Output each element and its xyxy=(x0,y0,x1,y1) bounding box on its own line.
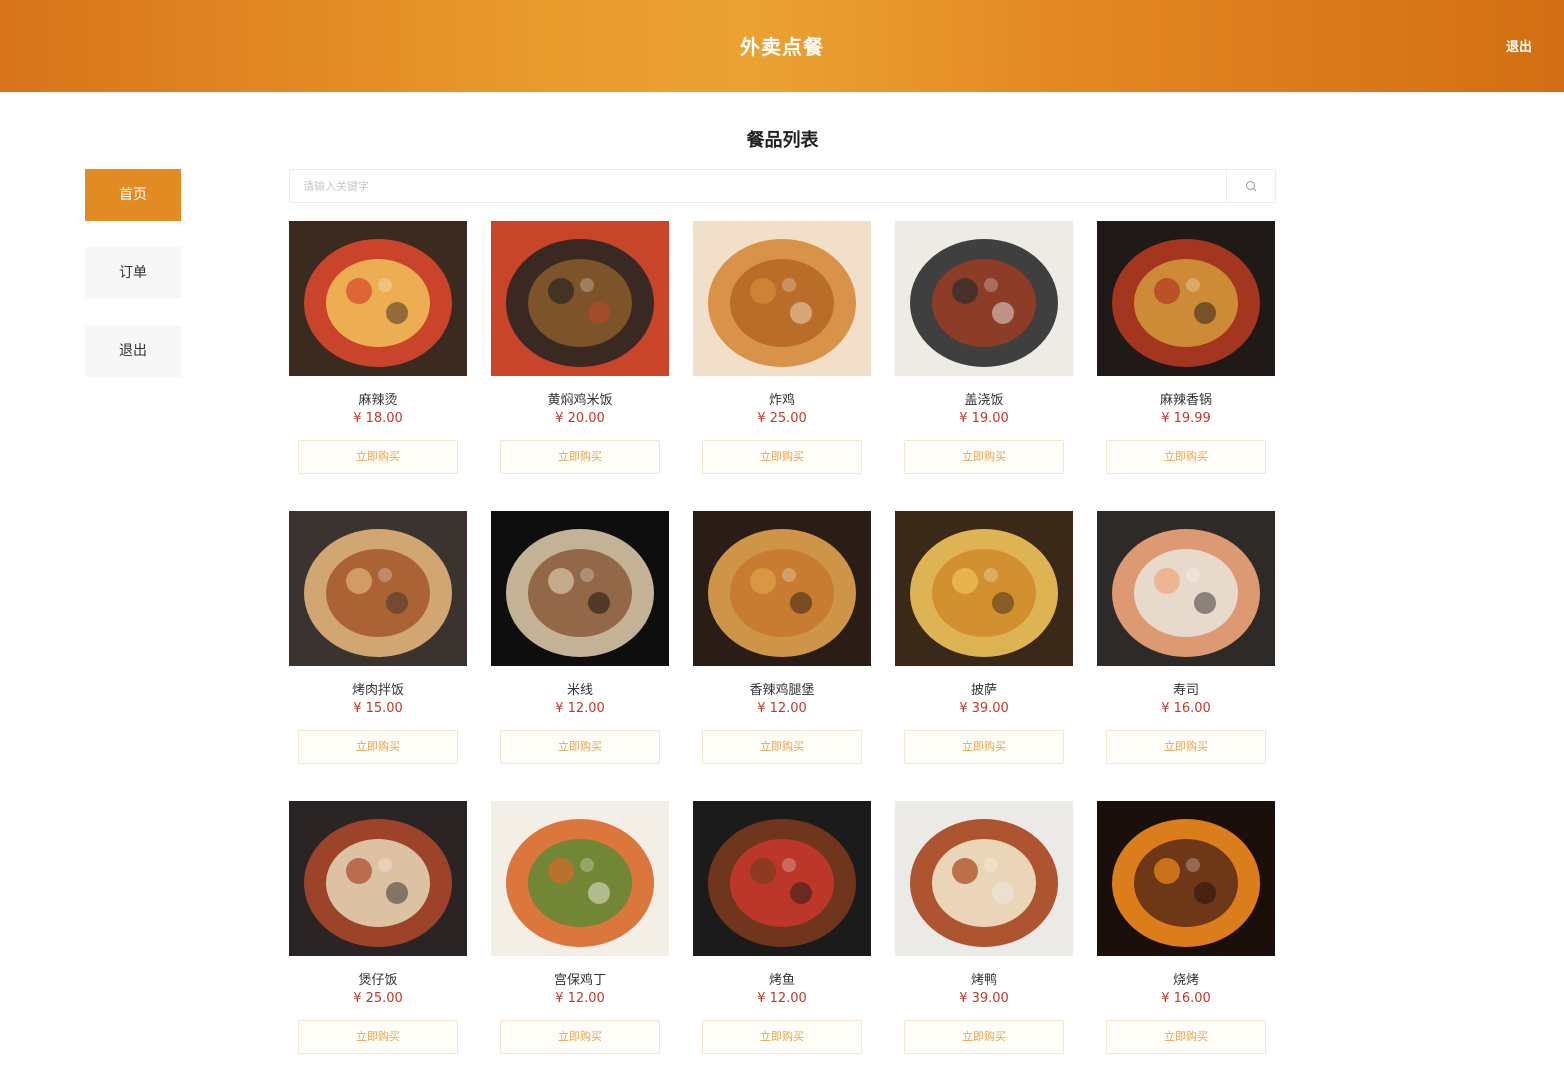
food-name: 披萨 xyxy=(970,683,997,698)
food-name: 烧烤 xyxy=(1172,973,1199,988)
food-price: ¥ 12.00 xyxy=(757,991,807,1006)
food-card[interactable]: 黄焖鸡米饭 ¥ 20.00 立即购买 xyxy=(491,221,669,511)
food-price: ¥ 16.00 xyxy=(1161,991,1211,1006)
food-card[interactable]: 披萨 ¥ 39.00 立即购买 xyxy=(895,511,1073,801)
buy-now-button[interactable]: 立即购买 xyxy=(298,730,458,764)
food-image[interactable] xyxy=(895,221,1073,376)
food-name: 米线 xyxy=(566,683,593,698)
food-card[interactable]: 烤鱼 ¥ 12.00 立即购买 xyxy=(693,801,871,1091)
food-name: 烤肉拌饭 xyxy=(351,683,404,698)
food-card[interactable]: 炸鸡 ¥ 25.00 立即购买 xyxy=(693,221,871,511)
food-price: ¥ 16.00 xyxy=(1161,701,1211,716)
buy-now-button[interactable]: 立即购买 xyxy=(1106,730,1266,764)
food-price: ¥ 12.00 xyxy=(555,701,605,716)
food-name: 麻辣烫 xyxy=(358,393,398,408)
food-image[interactable] xyxy=(693,801,871,956)
food-name: 黄焖鸡米饭 xyxy=(547,393,613,408)
food-image[interactable] xyxy=(1097,801,1275,956)
food-card[interactable]: 烤鸭 ¥ 39.00 立即购买 xyxy=(895,801,1073,1091)
buy-now-button[interactable]: 立即购买 xyxy=(904,1020,1064,1054)
food-price: ¥ 25.00 xyxy=(757,411,807,426)
food-card[interactable]: 烤肉拌饭 ¥ 15.00 立即购买 xyxy=(289,511,467,801)
page-title: 餐品列表 xyxy=(746,130,819,151)
food-image[interactable] xyxy=(895,511,1073,666)
buy-now-button[interactable]: 立即购买 xyxy=(500,1020,660,1054)
search-icon xyxy=(1246,181,1257,192)
food-card[interactable]: 宫保鸡丁 ¥ 12.00 立即购买 xyxy=(491,801,669,1091)
food-card[interactable]: 煲仔饭 ¥ 25.00 立即购买 xyxy=(289,801,467,1091)
food-image[interactable] xyxy=(895,801,1073,956)
food-name: 麻辣香锅 xyxy=(1159,393,1212,408)
buy-now-button[interactable]: 立即购买 xyxy=(500,440,660,474)
food-name: 寿司 xyxy=(1172,683,1199,698)
buy-now-button[interactable]: 立即购买 xyxy=(1106,1020,1266,1054)
food-name: 盖浇饭 xyxy=(964,393,1004,408)
food-image[interactable] xyxy=(1097,221,1275,376)
food-price: ¥ 18.00 xyxy=(353,411,403,426)
food-card[interactable]: 香辣鸡腿堡 ¥ 12.00 立即购买 xyxy=(693,511,871,801)
food-price: ¥ 20.00 xyxy=(555,411,605,426)
food-image[interactable] xyxy=(289,801,467,956)
food-price: ¥ 19.00 xyxy=(959,411,1009,426)
food-price: ¥ 19.99 xyxy=(1161,411,1211,426)
food-image[interactable] xyxy=(1097,511,1275,666)
header-logout-link[interactable]: 退出 xyxy=(1506,36,1532,55)
main-content: 餐品列表 麻辣烫 ¥ 18.00 立即购买 黄焖鸡米饭 ¥ 20.00 立即购买 炸鸡 ¥ 2… xyxy=(289,92,1276,1054)
food-name: 炸鸡 xyxy=(768,393,795,408)
food-image[interactable] xyxy=(491,801,669,956)
food-image[interactable] xyxy=(289,511,467,666)
food-card[interactable]: 麻辣烫 ¥ 18.00 立即购买 xyxy=(289,221,467,511)
food-card[interactable]: 米线 ¥ 12.00 立即购买 xyxy=(491,511,669,801)
food-price: ¥ 25.00 xyxy=(353,991,403,1006)
food-name: 烤鸭 xyxy=(970,973,997,988)
food-price: ¥ 39.00 xyxy=(959,991,1009,1006)
food-image[interactable] xyxy=(491,221,669,376)
food-card[interactable]: 烧烤 ¥ 16.00 立即购买 xyxy=(1097,801,1275,1091)
buy-now-button[interactable]: 立即购买 xyxy=(298,1020,458,1054)
food-image[interactable] xyxy=(693,221,871,376)
food-card[interactable]: 寿司 ¥ 16.00 立即购买 xyxy=(1097,511,1275,801)
food-price: ¥ 15.00 xyxy=(353,701,403,716)
food-name: 香辣鸡腿堡 xyxy=(749,683,815,698)
search-bar xyxy=(289,169,1276,203)
food-price: ¥ 39.00 xyxy=(959,701,1009,716)
food-card[interactable]: 盖浇饭 ¥ 19.00 立即购买 xyxy=(895,221,1073,511)
food-price: ¥ 12.00 xyxy=(555,991,605,1006)
buy-now-button[interactable]: 立即购买 xyxy=(904,730,1064,764)
search-input[interactable] xyxy=(290,170,1227,202)
search-button[interactable] xyxy=(1226,170,1275,202)
sidebar-item-logout[interactable]: 退出 xyxy=(85,325,181,377)
sidebar-item-home[interactable]: 首页 xyxy=(85,169,181,221)
buy-now-button[interactable]: 立即购买 xyxy=(1106,440,1266,474)
sidebar-item-orders[interactable]: 订单 xyxy=(85,247,181,299)
food-name: 宫保鸡丁 xyxy=(553,973,606,988)
sidebar-nav: 首页 订单 退出 xyxy=(85,169,181,403)
buy-now-button[interactable]: 立即购买 xyxy=(298,440,458,474)
buy-now-button[interactable]: 立即购买 xyxy=(702,440,862,474)
food-card[interactable]: 麻辣香锅 ¥ 19.99 立即购买 xyxy=(1097,221,1275,511)
food-name: 烤鱼 xyxy=(768,973,795,988)
app-title: 外卖点餐 xyxy=(740,35,824,59)
buy-now-button[interactable]: 立即购买 xyxy=(702,730,862,764)
food-name: 煲仔饭 xyxy=(358,973,398,988)
top-header: 外卖点餐 退出 xyxy=(0,0,1564,92)
food-price: ¥ 12.00 xyxy=(757,701,807,716)
food-image[interactable] xyxy=(693,511,871,666)
buy-now-button[interactable]: 立即购买 xyxy=(702,1020,862,1054)
buy-now-button[interactable]: 立即购买 xyxy=(904,440,1064,474)
buy-now-button[interactable]: 立即购买 xyxy=(500,730,660,764)
food-image[interactable] xyxy=(289,221,467,376)
food-image[interactable] xyxy=(491,511,669,666)
